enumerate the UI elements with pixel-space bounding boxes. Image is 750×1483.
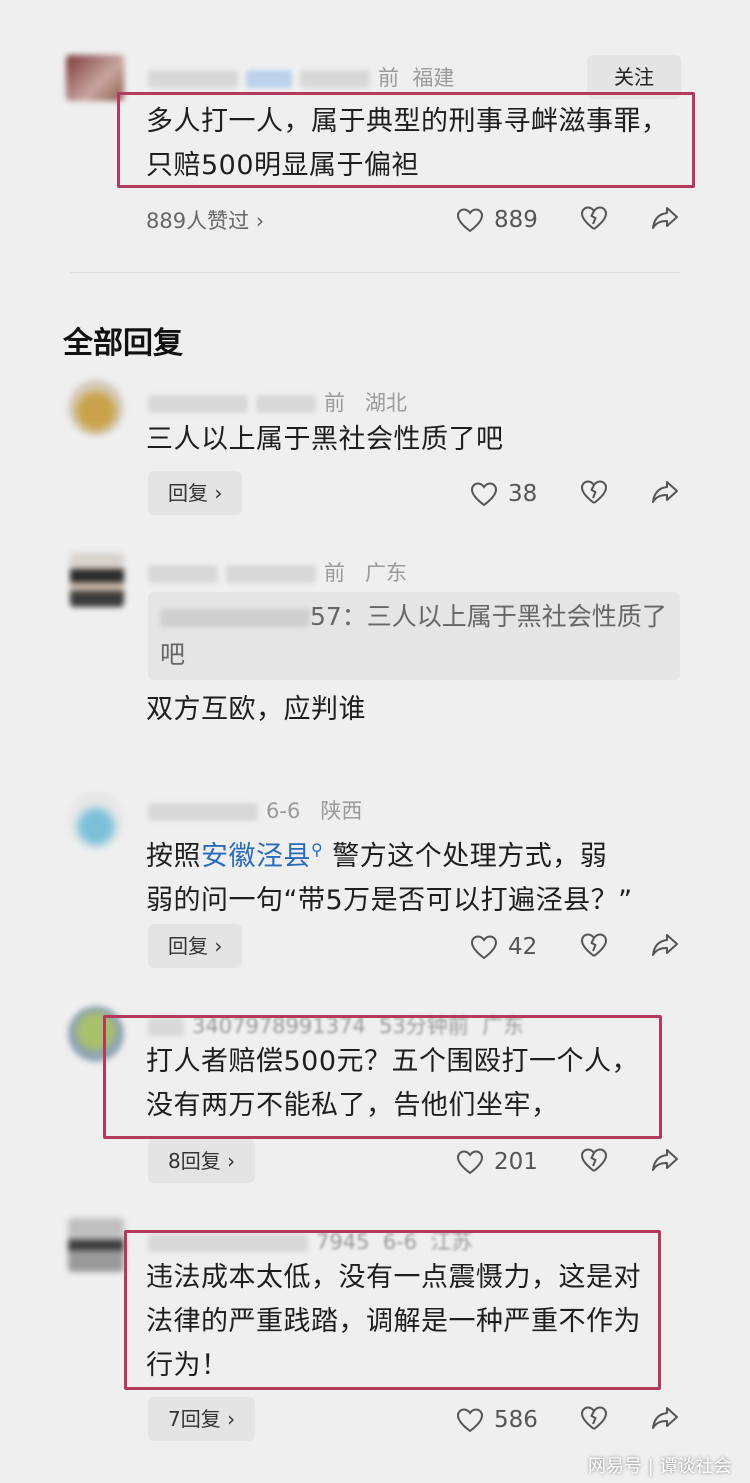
comment-meta: 前 福建 xyxy=(148,62,454,92)
comment-actions: 38 xyxy=(470,476,537,512)
share-icon[interactable] xyxy=(650,932,680,958)
section-title: 全部回复 xyxy=(63,326,183,361)
location: 陕西 xyxy=(320,799,363,823)
avatar[interactable] xyxy=(68,380,124,436)
location: 广东 xyxy=(365,561,408,585)
avatar[interactable] xyxy=(66,55,124,101)
comment-actions: 889 xyxy=(456,202,538,238)
like-count: 201 xyxy=(494,1149,538,1175)
divider xyxy=(70,272,680,273)
dislike-icon[interactable] xyxy=(580,205,608,231)
watermark-account: 谭谈社会 xyxy=(659,1456,732,1477)
location: 湖北 xyxy=(365,391,408,415)
like-count: 38 xyxy=(508,481,538,507)
like-count: 586 xyxy=(494,1407,538,1433)
reply-button[interactable]: 回复 › xyxy=(148,471,243,515)
heart-icon[interactable] xyxy=(456,1149,484,1175)
quoted-reply: 57：三人以上属于黑社会性质了吧 xyxy=(148,592,680,680)
dislike-icon[interactable] xyxy=(580,1147,608,1173)
dislike-icon[interactable] xyxy=(580,479,608,505)
watermark-brand: 网易号 xyxy=(588,1456,642,1477)
dislike-icon[interactable] xyxy=(580,1405,608,1431)
heart-icon[interactable] xyxy=(470,481,498,507)
comment-meta: 前 湖北 xyxy=(148,387,407,417)
reply-button[interactable]: 8回复 › xyxy=(148,1139,256,1183)
watermark: 网易号 | 谭谈社会 xyxy=(588,1456,732,1477)
location: 福建 xyxy=(412,66,455,90)
comment-text: 多人打一人，属于典型的刑事寻衅滋事罪，只赔500明显属于偏袒 xyxy=(146,106,669,181)
share-icon[interactable] xyxy=(650,479,680,505)
like-count: 889 xyxy=(494,207,538,233)
comment-text: 打人者赔偿500元？五个围殴打一个人，没有两万不能私了，告他们坐牢， xyxy=(146,1046,640,1121)
comment-text: 违法成本太低，没有一点震慑力，这是对法律的严重践踏，调解是一种严重不作为行为！ xyxy=(146,1262,641,1381)
avatar[interactable] xyxy=(70,553,124,607)
comment-text: 三人以上属于黑社会性质了吧 xyxy=(146,424,504,455)
avatar[interactable] xyxy=(68,793,124,849)
reply-button[interactable]: 7回复 › xyxy=(148,1397,256,1441)
heart-icon[interactable] xyxy=(456,1407,484,1433)
comment-actions: 42 xyxy=(470,929,537,965)
comment-meta: 前 广东 xyxy=(148,557,407,587)
comment-actions: 201 xyxy=(456,1144,538,1180)
comment-text: 按照安徽泾县⚲ 警方这个处理方式，弱 弱的问一句“带5万是否可以打遍泾县？” xyxy=(146,840,633,916)
reply-button[interactable]: 回复 › xyxy=(148,924,243,968)
comment-text: 双方互欧，应判谁 xyxy=(146,694,366,725)
comment-meta: 6-6 陕西 xyxy=(148,795,362,825)
topic-link[interactable]: 安徽泾县 xyxy=(201,841,311,872)
share-icon[interactable] xyxy=(650,205,680,231)
share-icon[interactable] xyxy=(650,1147,680,1173)
avatar[interactable] xyxy=(68,1218,124,1272)
search-icon[interactable]: ⚲ xyxy=(311,840,323,859)
comment-actions: 586 xyxy=(456,1402,538,1438)
like-count: 42 xyxy=(508,934,538,960)
dislike-icon[interactable] xyxy=(580,932,608,958)
share-icon[interactable] xyxy=(650,1405,680,1431)
heart-icon[interactable] xyxy=(456,207,484,233)
heart-icon[interactable] xyxy=(470,934,498,960)
liked-by-link[interactable]: 889人赞过 › xyxy=(146,205,264,235)
